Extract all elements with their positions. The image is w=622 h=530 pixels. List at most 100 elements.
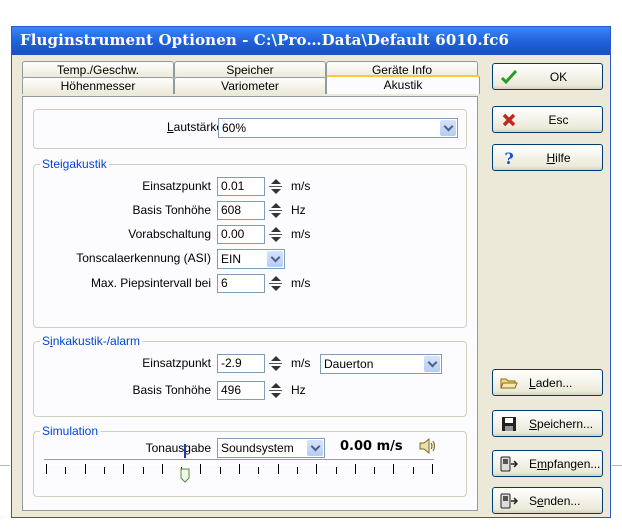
slider-tick	[162, 464, 163, 474]
sink-einsatzpunkt-spinner[interactable]	[267, 354, 284, 373]
simulation-group: Simulation Tonausgabe Soundsystem 0.00 m…	[33, 424, 467, 497]
steig-basis-tonhoehe-input[interactable]: 608	[217, 201, 265, 220]
sink-basis-tonhoehe-spinner[interactable]	[267, 381, 284, 400]
chevron-down-icon[interactable]	[307, 440, 323, 456]
question-mark-icon: ?	[504, 148, 514, 168]
slider-tick	[393, 464, 394, 474]
hilfe-label: Hilfe	[546, 151, 571, 165]
max-piepsintervall-unit: m/s	[291, 276, 311, 290]
ok-label: OK	[549, 70, 568, 84]
slider-tick	[85, 464, 86, 474]
empfangen-button[interactable]: Empfangen...	[492, 450, 603, 477]
slider-tick	[355, 464, 356, 474]
hilfe-button[interactable]: ? Hilfe	[492, 144, 603, 171]
device-receive-icon	[500, 455, 518, 473]
tonscala-value: EIN	[221, 252, 242, 266]
vorabschaltung-input[interactable]: 0.00	[217, 225, 265, 244]
slider-tick	[413, 467, 414, 474]
esc-button[interactable]: Esc	[492, 106, 603, 133]
slider-tick	[432, 464, 433, 474]
vorabschaltung-label: Vorabschaltung	[128, 227, 211, 241]
tab-temp-geschw[interactable]: Temp./Geschw.	[22, 61, 174, 78]
sink-mode-value: Dauerton	[324, 357, 374, 371]
lautstaerke-group: Lautstärke 60%	[33, 109, 467, 149]
speaker-icon[interactable]	[418, 437, 438, 455]
vorabschaltung-spinner[interactable]	[267, 225, 284, 244]
tab-variometer[interactable]: Variometer	[174, 77, 326, 94]
sink-basis-tonhoehe-unit: Hz	[291, 383, 306, 397]
checkmark-icon	[500, 68, 518, 86]
slider-tick	[316, 464, 317, 474]
sink-basis-tonhoehe-label: Basis Tonhöhe	[132, 383, 211, 397]
steigakustik-group: Steigakustik Einsatzpunkt 0.01 m/s Basis…	[33, 157, 467, 328]
sink-einsatzpunkt-label: Einsatzpunkt	[142, 356, 211, 370]
slider-tick	[65, 467, 66, 474]
background-line-left	[0, 465, 10, 466]
vario-readout: 0.00 m/s	[340, 439, 403, 454]
einsatzpunkt-label: Einsatzpunkt	[142, 179, 211, 193]
slider-tick	[278, 464, 279, 474]
max-piepsintervall-spinner[interactable]	[267, 274, 284, 293]
chevron-down-icon[interactable]	[440, 120, 456, 136]
esc-label: Esc	[548, 113, 569, 127]
slider-tick	[374, 467, 375, 474]
ok-button[interactable]: OK	[492, 63, 603, 90]
title-bar[interactable]: Fluginstrument Optionen - C:\Pro…Data\De…	[12, 27, 610, 55]
max-piepsintervall-input[interactable]: 6	[217, 274, 265, 293]
steig-basis-tonhoehe-spinner[interactable]	[267, 201, 284, 220]
tab-akustik[interactable]: Akustik	[326, 75, 480, 94]
slider-thumb[interactable]	[180, 468, 190, 483]
folder-open-icon	[500, 374, 518, 392]
slider-tick	[104, 467, 105, 474]
slider-tick	[297, 467, 298, 474]
lautstaerke-select[interactable]: 60%	[218, 118, 458, 138]
vorabschaltung-unit: m/s	[291, 227, 311, 241]
options-dialog: Fluginstrument Optionen - C:\Pro…Data\De…	[11, 26, 611, 518]
red-x-icon	[500, 111, 518, 129]
slider-value-marker	[183, 444, 186, 458]
steig-basis-tonhoehe-unit: Hz	[291, 203, 306, 217]
steig-einsatzpunkt-spinner[interactable]	[267, 177, 284, 196]
slider-tick	[220, 467, 221, 474]
basis-tonhoehe-label: Basis Tonhöhe	[132, 203, 211, 217]
sink-mode-select[interactable]: Dauerton	[320, 354, 442, 374]
tonscala-select[interactable]: EIN	[217, 249, 285, 269]
simulation-legend: Simulation	[40, 424, 101, 438]
slider-tick	[239, 464, 240, 474]
tab-speicher[interactable]: Speicher	[174, 61, 326, 78]
slider-tick	[336, 467, 337, 474]
device-send-icon	[500, 492, 518, 510]
tonausgabe-select[interactable]: Soundsystem	[217, 438, 325, 458]
empfangen-label: Empfangen...	[529, 457, 601, 471]
senden-button[interactable]: Senden...	[492, 487, 603, 514]
lautstaerke-value: 60%	[222, 121, 247, 135]
sink-basis-tonhoehe-input[interactable]: 496	[217, 381, 265, 400]
speichern-button[interactable]: Speichern...	[492, 410, 603, 437]
lautstaerke-label: Lautstärke	[166, 120, 223, 134]
speichern-label: Speichern...	[529, 417, 594, 431]
sinkakustik-group: Sinkakustik-/alarm Einsatzpunkt -2.9 m/s…	[33, 334, 467, 417]
senden-label: Senden...	[529, 494, 581, 508]
chevron-down-icon[interactable]	[424, 356, 440, 372]
akustik-panel: Lautstärke 60% Steigakustik Einsatzpunkt…	[22, 96, 478, 511]
slider-tick	[200, 464, 201, 474]
chevron-down-icon[interactable]	[267, 251, 283, 267]
steigakustik-legend: Steigakustik	[40, 157, 109, 171]
max-piepsintervall-label: Max. Piepsintervall bei	[90, 276, 211, 290]
tab-hoehenmesser[interactable]: Höhenmesser	[22, 77, 174, 94]
tonausgabe-label: Tonausgabe	[145, 441, 211, 455]
sinkakustik-legend: Sinkakustik-/alarm	[40, 334, 143, 348]
laden-label: Laden...	[529, 376, 573, 390]
slider-tick	[258, 467, 259, 474]
tonscala-label: Tonscalaerkennung (ASI)	[76, 251, 211, 265]
laden-button[interactable]: Laden...	[492, 369, 603, 396]
background-line-right	[612, 465, 622, 466]
floppy-disk-icon	[500, 415, 518, 433]
sink-einsatzpunkt-unit: m/s	[291, 356, 311, 370]
slider-tick	[143, 467, 144, 474]
slider-tick	[123, 464, 124, 474]
sink-einsatzpunkt-input[interactable]: -2.9	[217, 354, 265, 373]
steig-einsatzpunkt-unit: m/s	[291, 179, 311, 193]
window-title: Fluginstrument Optionen - C:\Pro…Data\De…	[20, 31, 510, 49]
steig-einsatzpunkt-input[interactable]: 0.01	[217, 177, 265, 196]
